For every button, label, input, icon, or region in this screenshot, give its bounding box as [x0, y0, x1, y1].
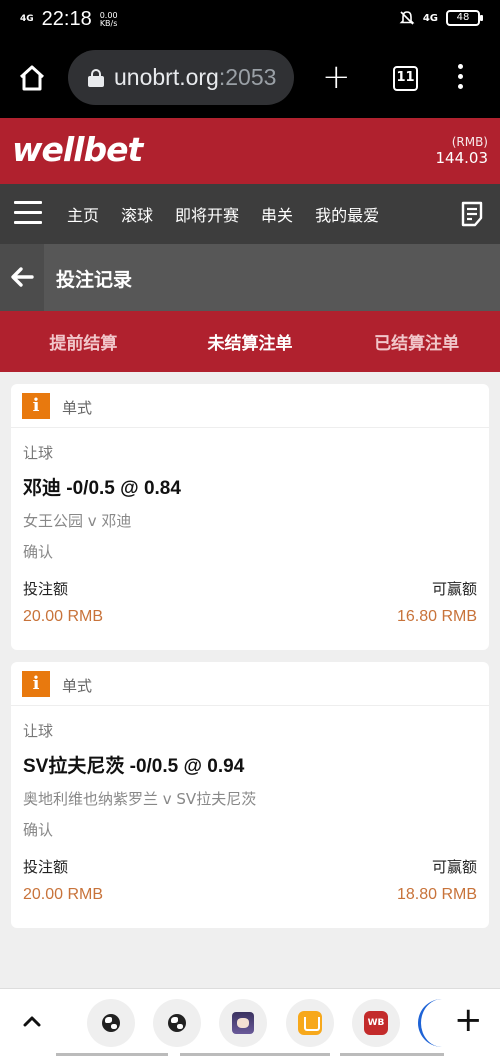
globe-icon [102, 1014, 120, 1032]
new-tab-icon[interactable]: + [322, 60, 351, 94]
bet-market: 让球 [23, 722, 54, 740]
signal-indicator: 4G [422, 12, 438, 24]
bet-selection: SV拉夫尼茨 -0/0.5 @ 0.94 [23, 756, 245, 777]
clock: 22:18 [41, 8, 92, 30]
bet-type: 单式 [62, 677, 93, 695]
url-host: unobrt.org [114, 64, 219, 90]
bet-status: 确认 [23, 543, 54, 561]
info-icon: i [22, 671, 50, 697]
battery-icon: 48 [446, 10, 483, 26]
bet-event: 女王公园 v 邓迪 [23, 512, 132, 530]
chevron-up-icon[interactable] [20, 1009, 44, 1033]
status-bar: 4G 22:18 0.00 KB/s 4G 48 [0, 0, 500, 38]
main-nav: 主页 滚球 即将开赛 串关 我的最爱 [0, 184, 500, 244]
info-icon: i [22, 393, 50, 419]
tab-unsettled[interactable]: 未结算注单 [167, 311, 334, 372]
tab-thumbnail[interactable] [87, 999, 135, 1047]
bet-event: 奥地利维也纳紫罗兰 v SV拉夫尼茨 [23, 790, 257, 808]
lock-icon [88, 68, 104, 87]
nav-item-favorites[interactable]: 我的最爱 [315, 202, 379, 226]
stake-label: 投注额 [23, 858, 69, 876]
nav-item-live[interactable]: 滚球 [121, 202, 153, 226]
nav-item-upcoming[interactable]: 即将开赛 [175, 202, 239, 226]
stake-amount: 20.00 RMB [23, 608, 104, 625]
balance-display: (RMB) 144.03 [436, 135, 489, 167]
muted-bell-icon [399, 11, 415, 25]
bet-record-tabs: 提前结算 未结算注单 已结算注单 [0, 311, 500, 372]
browser-tab-strip: WB + [0, 988, 500, 1056]
globe-icon [168, 1014, 186, 1032]
bet-selection: 邓迪 -0/0.5 @ 0.84 [23, 478, 181, 499]
back-button[interactable] [0, 244, 44, 311]
bet-card: i 单式 让球 SV拉夫尼茨 -0/0.5 @ 0.94 奥地利维也纳紫罗兰 v… [11, 662, 489, 928]
more-menu-icon[interactable] [450, 64, 470, 94]
page-title-bar: 投注记录 [0, 244, 500, 311]
tab-cash-out[interactable]: 提前结算 [0, 311, 167, 372]
wellbet-logo[interactable]: wellbet [12, 130, 143, 169]
bet-status: 确认 [23, 821, 54, 839]
to-win-label: 可赢额 [431, 858, 477, 876]
nav-item-parlay[interactable]: 串关 [261, 202, 293, 226]
app-icon [298, 1011, 322, 1035]
bet-type: 单式 [62, 399, 93, 417]
to-win-label: 可赢额 [431, 580, 477, 598]
network-speed: 0.00 KB/s [99, 10, 118, 28]
tab-thumbnail[interactable]: WB [352, 999, 400, 1047]
tab-settled[interactable]: 已结算注单 [333, 311, 500, 372]
browser-toolbar: unobrt.org:2053 + 11 [0, 38, 500, 118]
hamburger-menu-icon[interactable] [14, 201, 42, 225]
tab-thumbnail[interactable] [286, 999, 334, 1047]
page-title: 投注记录 [56, 269, 133, 291]
stake-amount: 20.00 RMB [23, 886, 104, 903]
add-tab-icon[interactable]: + [454, 1003, 483, 1037]
tab-switcher-button[interactable]: 11 [393, 66, 418, 91]
to-win-amount: 16.80 RMB [396, 608, 477, 625]
stake-label: 投注额 [23, 580, 69, 598]
app-header: wellbet (RMB) 144.03 [0, 118, 500, 184]
balance-amount: 144.03 [435, 149, 489, 167]
bet-card: i 单式 让球 邓迪 -0/0.5 @ 0.84 女王公园 v 邓迪 确认 投注… [11, 384, 489, 650]
bet-market: 让球 [23, 444, 54, 462]
tab-thumbnail[interactable] [219, 999, 267, 1047]
avatar-icon [232, 1012, 254, 1034]
back-arrow-icon [11, 267, 34, 287]
nav-item-home[interactable]: 主页 [67, 202, 99, 226]
url-port: :2053 [218, 64, 277, 90]
balance-currency: (RMB) [451, 135, 488, 149]
tab-thumbnail[interactable] [153, 999, 201, 1047]
to-win-amount: 18.80 RMB [396, 886, 477, 903]
address-bar[interactable]: unobrt.org:2053 [68, 50, 294, 105]
bet-slip-icon[interactable] [460, 201, 484, 227]
wellbet-app-icon: WB [364, 1011, 388, 1035]
home-icon[interactable] [18, 64, 46, 92]
network-indicator: 4G [20, 14, 34, 24]
